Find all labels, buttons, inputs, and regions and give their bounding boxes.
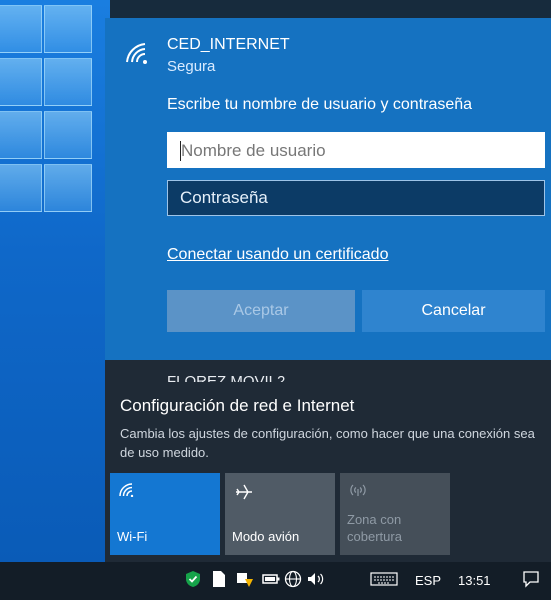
network-list-item[interactable]: FLOREZ MOVIL2 [105, 360, 551, 382]
mobile-hotspot-tile[interactable]: Zona con cobertura [340, 473, 450, 555]
globe-icon[interactable] [284, 570, 302, 593]
accept-button[interactable]: Aceptar [167, 290, 355, 332]
password-field[interactable]: Contraseña [167, 180, 545, 216]
desktop-logo-pane [44, 164, 92, 212]
desktop-background [0, 0, 110, 562]
security-alert-icon[interactable] [236, 570, 254, 593]
hotspot-icon [349, 483, 367, 502]
wifi-icon [143, 376, 157, 382]
network-settings-link[interactable]: Configuración de red e Internet [120, 396, 354, 416]
username-field[interactable]: Nombre de usuario [167, 132, 545, 168]
shield-check-icon[interactable] [185, 570, 201, 593]
network-name: CED_INTERNET [167, 36, 290, 53]
wifi-toggle-tile[interactable]: Wi-Fi [110, 473, 220, 555]
desktop-logo-pane [44, 111, 92, 159]
network-list-item-label: FLOREZ MOVIL2 [167, 373, 286, 382]
wifi-icon [125, 42, 151, 64]
desktop-logo-pane [44, 5, 92, 53]
desktop-logo-pane [44, 58, 92, 106]
connect-with-certificate-link[interactable]: Conectar usando un certificado [167, 246, 388, 264]
notifications-icon[interactable] [522, 570, 540, 593]
desktop-logo-pane [0, 164, 42, 212]
taskbar: ESP 13:51 [0, 562, 551, 600]
cancel-button[interactable]: Cancelar [362, 290, 545, 332]
airplane-mode-tile[interactable]: Modo avión [225, 473, 335, 555]
selected-network-panel: CED_INTERNET Segura Escribe tu nombre de… [105, 18, 551, 360]
battery-icon[interactable] [262, 570, 280, 593]
wifi-tile-label: Wi-Fi [117, 529, 148, 544]
wifi-icon [119, 483, 135, 502]
network-flyout: CED_INTERNET Segura Escribe tu nombre de… [105, 18, 551, 562]
airplane-tile-label: Modo avión [232, 529, 300, 544]
taskbar-clock[interactable]: 13:51 [458, 573, 491, 588]
desktop-logo-pane [0, 58, 42, 106]
volume-icon[interactable] [306, 570, 326, 593]
desktop-logo-pane [0, 111, 42, 159]
input-language-indicator[interactable]: ESP [415, 573, 441, 588]
credentials-prompt: Escribe tu nombre de usuario y contraseñ… [167, 96, 473, 113]
airplane-icon [234, 483, 254, 506]
network-security-status: Segura [167, 58, 216, 75]
hotspot-tile-label: Zona con cobertura [347, 512, 402, 544]
file-icon[interactable] [212, 570, 226, 593]
keyboard-icon[interactable] [370, 570, 398, 593]
desktop-logo-pane [0, 5, 42, 53]
network-settings-description: Cambia los ajustes de configuración, com… [120, 426, 535, 460]
